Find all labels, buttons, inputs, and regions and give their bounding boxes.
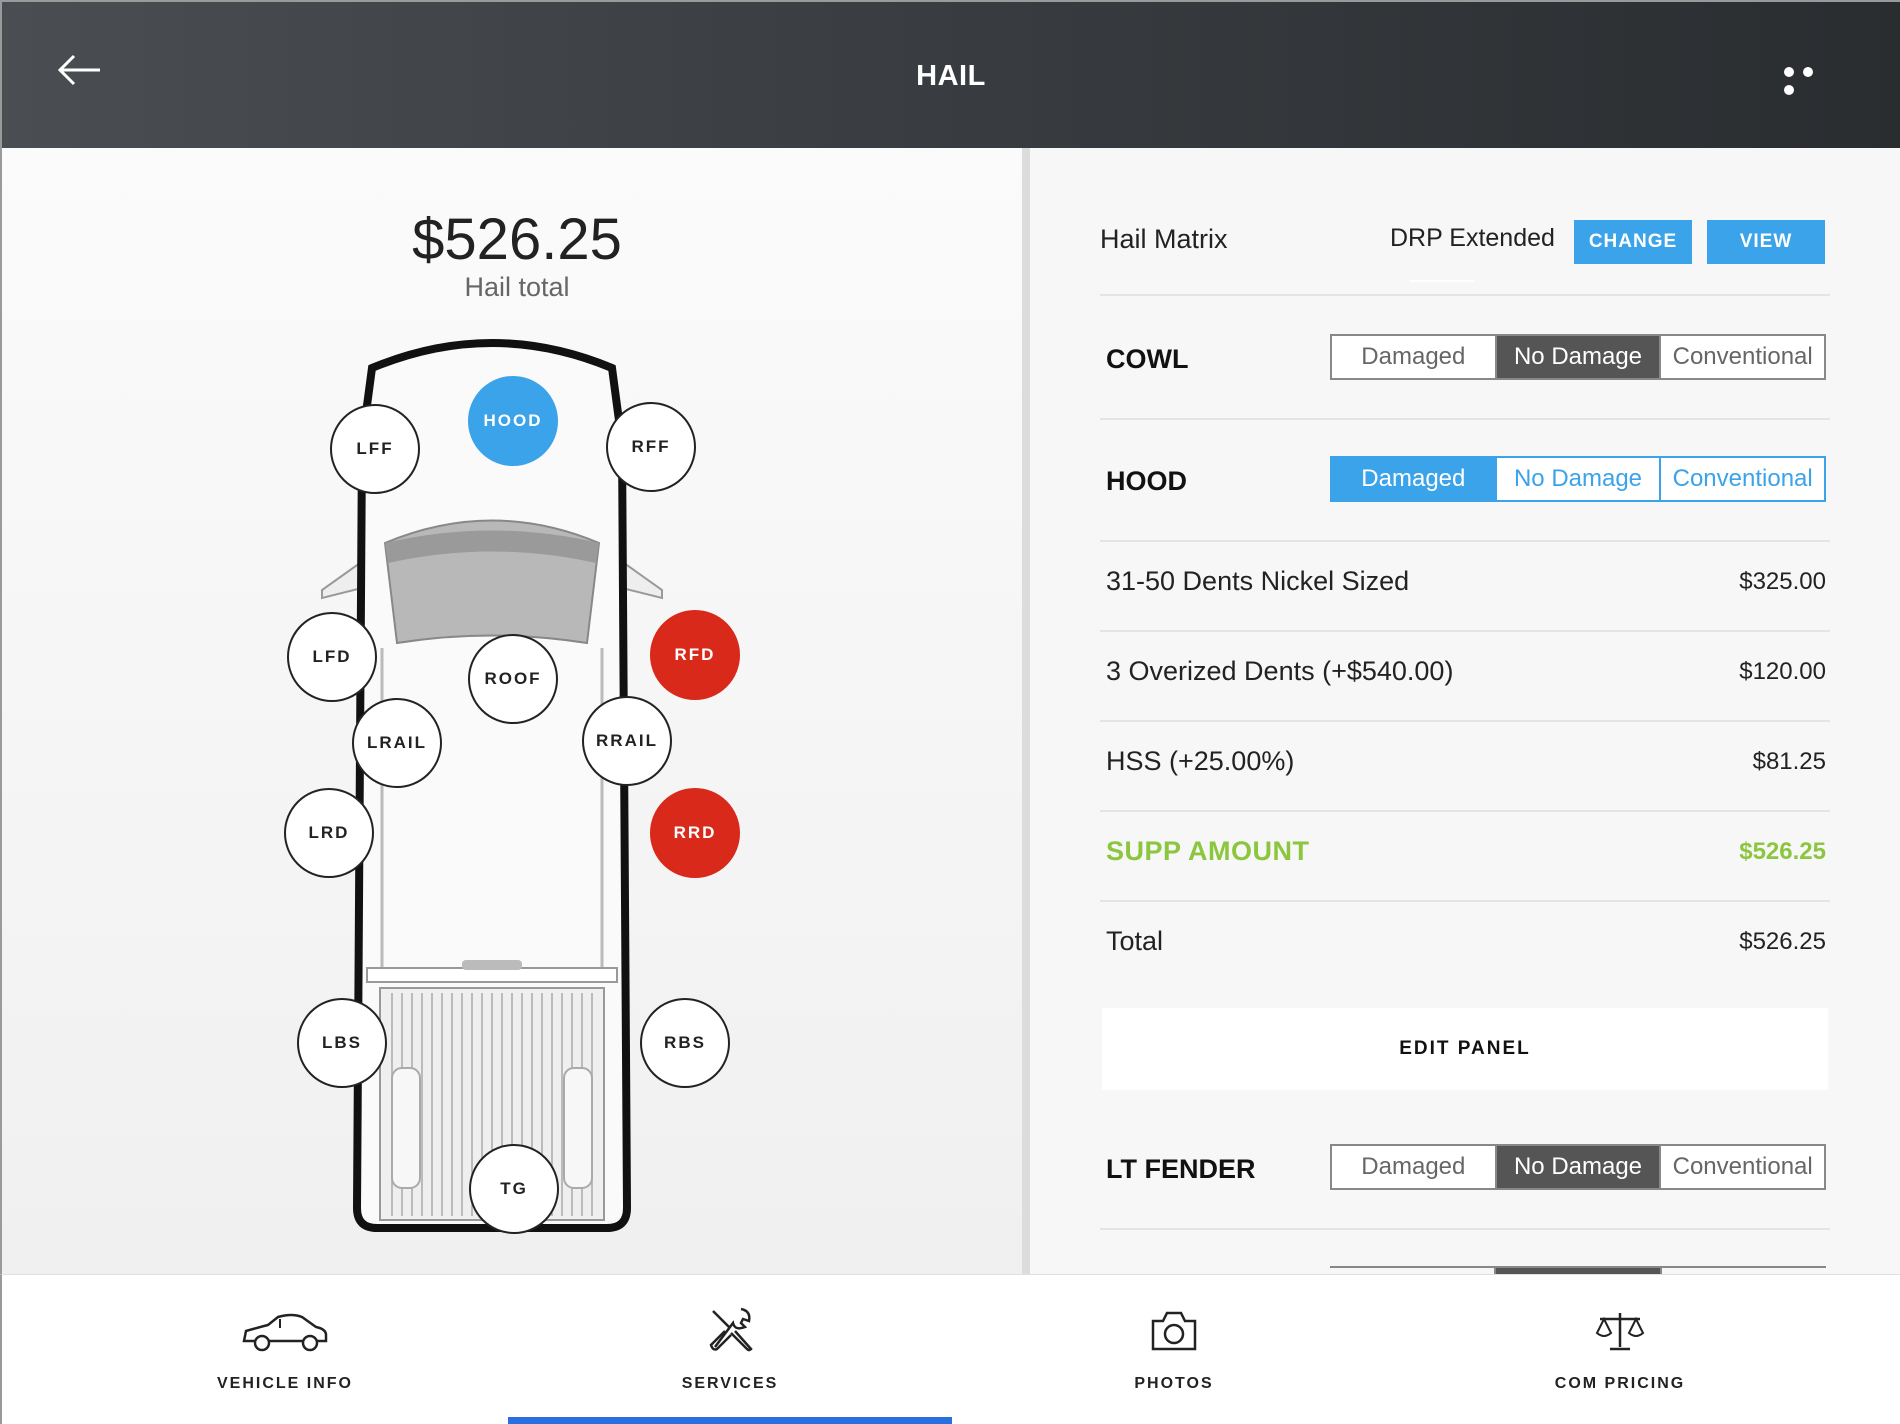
cowl-no-damage-option[interactable]: No Damage <box>1496 336 1662 378</box>
line-item-amount: $325.00 <box>1739 568 1826 595</box>
hood-damage-selector: Damaged No Damage Conventional <box>1330 456 1826 502</box>
hail-total-label: Hail total <box>464 272 570 302</box>
nav-com-pricing-label: COM PRICING <box>1554 1375 1686 1392</box>
line-item: HSS (+25.00%) $81.25 <box>1106 746 1826 786</box>
line-item: 3 Overized Dents (+$540.00) $120.00 <box>1106 656 1826 696</box>
camera-icon <box>1151 1311 1197 1351</box>
view-button[interactable]: VIEW <box>1707 220 1825 264</box>
page-title: HAIL <box>916 60 986 92</box>
nav-active-indicator <box>508 1417 952 1424</box>
hood-label: HOOD <box>1106 466 1187 496</box>
hood-no-damage-option[interactable]: No Damage <box>1497 458 1662 500</box>
panel-spot-rfd[interactable]: RFD <box>650 610 740 700</box>
tools-icon <box>709 1307 753 1352</box>
nav-photos-label: PHOTOS <box>1134 1375 1214 1392</box>
divider-line <box>1100 630 1830 632</box>
total-row: Total $526.25 <box>1106 926 1826 966</box>
scale-icon <box>1595 1313 1645 1351</box>
supp-amount-value: $526.25 <box>1739 838 1826 865</box>
nav-com-pricing[interactable]: COM PRICING <box>1400 1275 1840 1424</box>
nav-photos[interactable]: PHOTOS <box>954 1275 1394 1424</box>
hail-total-amount: $526.25 <box>412 207 622 272</box>
nav-services[interactable]: SERVICES <box>510 1275 950 1424</box>
line-item-label: 31-50 Dents Nickel Sized <box>1106 566 1410 596</box>
header-bar: HAIL <box>0 0 1900 148</box>
panel-spot-rbs[interactable]: RBS <box>640 998 730 1088</box>
panel-spot-rrail[interactable]: RRAIL <box>582 696 672 786</box>
panel-spot-rrd[interactable]: RRD <box>650 788 740 878</box>
lt-fender-conventional-option[interactable]: Conventional <box>1661 1146 1824 1188</box>
panel-spot-roof[interactable]: ROOF <box>468 634 558 724</box>
change-button[interactable]: CHANGE <box>1574 220 1692 264</box>
hail-matrix-value: DRP Extended <box>1390 224 1555 252</box>
cowl-conventional-option[interactable]: Conventional <box>1661 336 1824 378</box>
bottom-navigation: VEHICLE INFO SERVICES PHOTOS COM PRICING <box>0 1274 1900 1424</box>
divider-line <box>1100 900 1830 902</box>
total-label: Total <box>1106 926 1164 956</box>
divider-line <box>1100 418 1830 420</box>
supp-amount-label: SUPP AMOUNT <box>1106 836 1310 866</box>
total-value: $526.25 <box>1739 928 1826 955</box>
panel-spot-lfd[interactable]: LFD <box>287 612 377 702</box>
divider-line <box>1100 540 1830 542</box>
panel-spot-lrail[interactable]: LRAIL <box>352 698 442 788</box>
line-item-label: HSS (+25.00%) <box>1106 746 1295 776</box>
divider-line <box>1100 1228 1830 1230</box>
hood-damaged-option[interactable]: Damaged <box>1332 458 1497 500</box>
hail-matrix-label: Hail Matrix <box>1100 224 1228 254</box>
car-icon <box>242 1313 328 1352</box>
line-item-amount: $81.25 <box>1752 748 1826 775</box>
panel-spot-tg[interactable]: TG <box>469 1144 559 1234</box>
line-item-amount: $120.00 <box>1739 658 1826 685</box>
supp-amount-row: SUPP AMOUNT $526.25 <box>1106 836 1826 876</box>
nav-services-label: SERVICES <box>681 1375 779 1392</box>
divider-line <box>1100 294 1830 296</box>
hail-details-panel: Hail Matrix DRP Extended CHANGE VIEW COW… <box>1030 148 1900 1276</box>
matrix-value-underline <box>1410 280 1474 282</box>
cowl-damage-selector: Damaged No Damage Conventional <box>1330 334 1826 380</box>
hood-conventional-option[interactable]: Conventional <box>1661 458 1824 500</box>
nav-vehicle-info-label: VEHICLE INFO <box>216 1375 353 1392</box>
line-item-label: 3 Overized Dents (+$540.00) <box>1106 656 1454 686</box>
panel-spot-lff[interactable]: LFF <box>330 404 420 494</box>
lt-fender-label: LT FENDER <box>1106 1154 1256 1184</box>
lt-fender-damaged-option[interactable]: Damaged <box>1332 1146 1497 1188</box>
panel-spot-lbs[interactable]: LBS <box>297 998 387 1088</box>
panel-spot-hood[interactable]: HOOD <box>468 376 558 466</box>
panel-spot-rff[interactable]: RFF <box>606 402 696 492</box>
panel-divider <box>1022 148 1030 1274</box>
lt-fender-damage-selector: Damaged No Damage Conventional <box>1330 1144 1826 1190</box>
divider-line <box>1100 720 1830 722</box>
cowl-damaged-option[interactable]: Damaged <box>1332 336 1497 378</box>
cowl-label: COWL <box>1106 344 1189 374</box>
lt-fender-no-damage-option[interactable]: No Damage <box>1496 1146 1662 1188</box>
line-item: 31-50 Dents Nickel Sized $325.00 <box>1106 566 1826 606</box>
more-dots-icon[interactable] <box>1784 64 1840 95</box>
panel-spot-lrd[interactable]: LRD <box>284 788 374 878</box>
vehicle-diagram-panel: $526.25 Hail total HOOD LFF RFF LFD ROOF… <box>0 148 1022 1274</box>
edit-panel-button[interactable]: EDIT PANEL <box>1102 1008 1828 1090</box>
divider-line <box>1100 810 1830 812</box>
nav-vehicle-info[interactable]: VEHICLE INFO <box>65 1275 505 1424</box>
